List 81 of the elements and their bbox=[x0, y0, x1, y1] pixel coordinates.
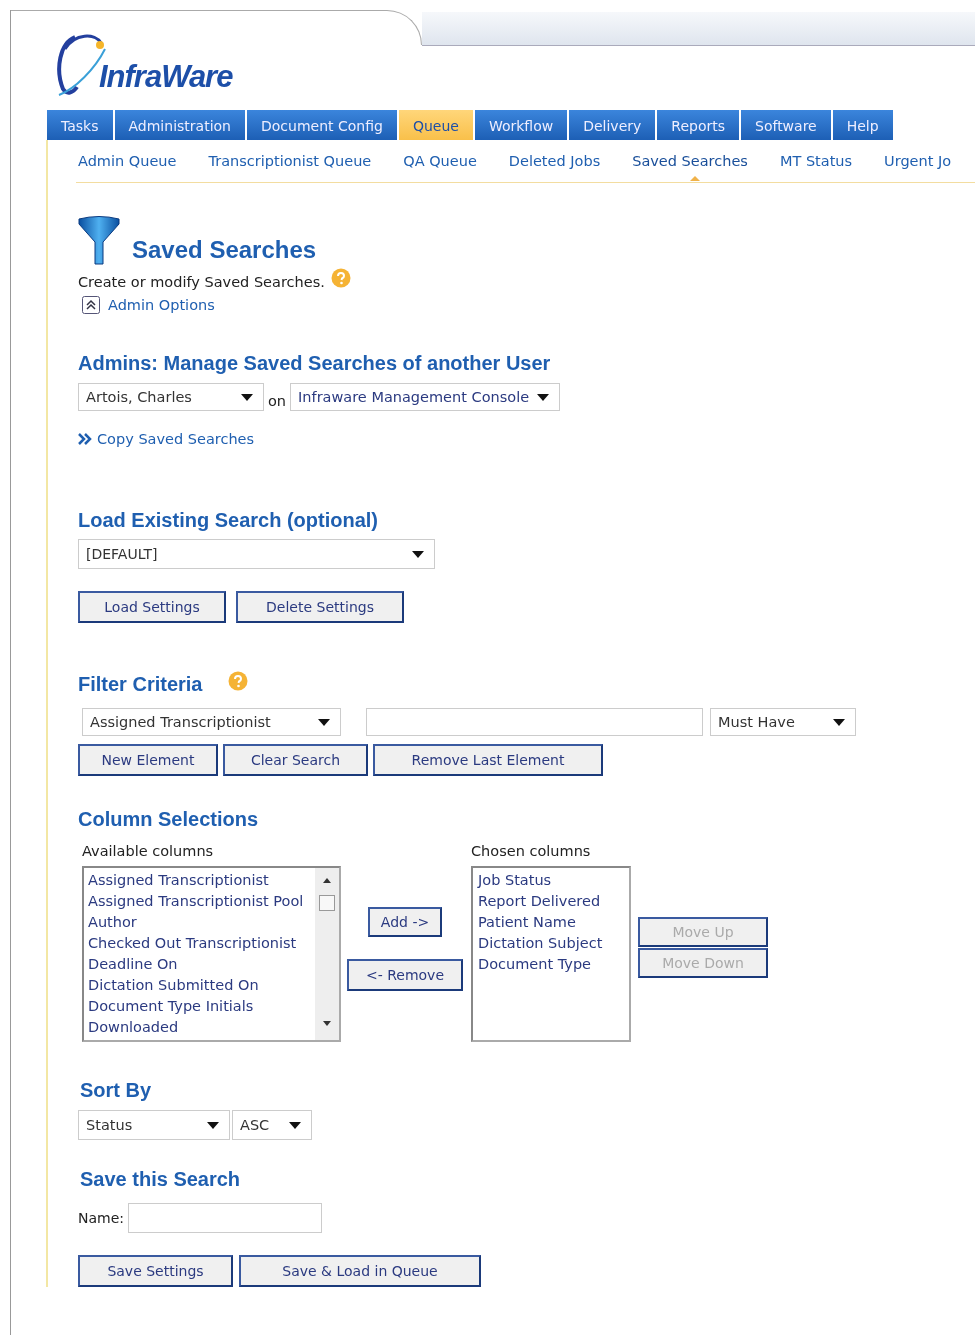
list-label: Chosen columns bbox=[471, 843, 592, 859]
page-title: Saved Searches bbox=[132, 236, 317, 264]
nav-tab[interactable]: Help bbox=[832, 110, 893, 140]
funnel-icon bbox=[78, 216, 120, 266]
list-item[interactable]: Job Status bbox=[478, 870, 629, 891]
sub-tab[interactable]: Transcriptionist Queue bbox=[208, 153, 372, 169]
sub-tab[interactable]: Deleted Jobs bbox=[508, 153, 601, 169]
sub-tab[interactable]: Saved Searches bbox=[632, 153, 748, 169]
caret-icon bbox=[241, 393, 253, 401]
section-heading: Load Existing Search (optional) bbox=[78, 509, 380, 532]
name-field[interactable] bbox=[128, 1203, 323, 1233]
caret-icon bbox=[318, 718, 330, 726]
dropdown[interactable]: Assigned Transcriptionist bbox=[82, 708, 341, 736]
dropdown[interactable]: Must Have bbox=[710, 708, 856, 736]
sub-tab[interactable]: MT Status bbox=[779, 153, 853, 169]
sub-tab[interactable]: Urgent Jo bbox=[884, 153, 952, 169]
caret-icon bbox=[833, 718, 845, 726]
help-icon bbox=[228, 670, 249, 691]
section-heading: Admins: Manage Saved Searches of another User bbox=[78, 352, 552, 375]
dropdown[interactable]: Infraware Management Console bbox=[290, 383, 561, 411]
nav-tab[interactable]: Document Config bbox=[246, 110, 397, 140]
section-heading: Save this Search bbox=[80, 1168, 242, 1191]
sub-tab[interactable]: QA Queue bbox=[403, 153, 477, 169]
list-item[interactable]: Document Type bbox=[478, 954, 629, 975]
copy-link[interactable]: Copy Saved Searches bbox=[97, 431, 255, 447]
button[interactable]: <- Remove bbox=[347, 959, 463, 991]
double-chevron-icon bbox=[78, 433, 92, 445]
section-heading: Column Selections bbox=[78, 808, 260, 831]
list-item[interactable]: Patient Name bbox=[478, 912, 629, 933]
nav-tab[interactable]: Queue bbox=[398, 110, 473, 140]
description: Create or modify Saved Searches. bbox=[78, 274, 325, 290]
list-item[interactable]: Downloaded bbox=[88, 1017, 315, 1038]
dropdown[interactable]: Status bbox=[78, 1110, 230, 1140]
button[interactable]: Delete Settings bbox=[236, 591, 404, 623]
collapse-icon bbox=[82, 296, 100, 314]
list-item[interactable]: Dictation Submitted On bbox=[88, 975, 315, 996]
nav-tab[interactable]: Tasks bbox=[47, 110, 113, 140]
nav-tab[interactable]: Workflow bbox=[474, 110, 568, 140]
button[interactable]: Load Settings bbox=[78, 591, 226, 623]
sub-tab[interactable]: Admin Queue bbox=[78, 153, 177, 169]
list-item[interactable]: Assigned Transcriptionist bbox=[88, 870, 315, 891]
list-item[interactable]: Checked Out Transcriptionist bbox=[88, 933, 315, 954]
scroll-up-icon[interactable] bbox=[323, 878, 331, 883]
help-icon bbox=[330, 268, 351, 288]
scroll-down-icon[interactable] bbox=[323, 1021, 331, 1026]
field-label: Name: bbox=[78, 1210, 125, 1226]
button[interactable]: Save Settings bbox=[78, 1255, 233, 1287]
list-item[interactable]: Document Type Initials bbox=[88, 996, 315, 1017]
caret-icon bbox=[289, 1121, 301, 1129]
scroll-thumb[interactable] bbox=[319, 895, 335, 911]
caret-icon bbox=[537, 393, 550, 401]
logo: InfraWare bbox=[99, 59, 233, 95]
dropdown[interactable]: ASC bbox=[232, 1110, 312, 1140]
joiner-text: on bbox=[268, 393, 287, 409]
caret-icon bbox=[207, 1121, 219, 1129]
dropdown[interactable]: Artois, Charles bbox=[78, 383, 264, 411]
list-item[interactable]: Dictation Subject bbox=[478, 933, 629, 954]
nav-tab[interactable]: Delivery bbox=[569, 110, 656, 140]
button[interactable]: Add -> bbox=[368, 907, 442, 937]
button[interactable]: Remove Last Element bbox=[373, 744, 603, 776]
section-heading: Filter Criteria bbox=[78, 673, 203, 696]
list-item[interactable]: Report Delivered bbox=[478, 891, 629, 912]
scrollbar[interactable] bbox=[315, 868, 339, 1040]
nav-tab[interactable]: Software bbox=[741, 110, 831, 140]
list-box[interactable]: Assigned Transcriptionist Assigned Transcriptionist Pool Author Checked Out Transcriptionist Deadline On Dictation Submitted On Document Type Initials Downloaded bbox=[82, 866, 341, 1042]
list-label: Available columns bbox=[82, 843, 215, 859]
pointer-icon bbox=[690, 176, 701, 181]
nav-tab[interactable]: Administration bbox=[114, 110, 245, 140]
nav-tab[interactable]: Reports bbox=[657, 110, 739, 140]
section-heading: Sort By bbox=[80, 1079, 153, 1102]
button[interactable]: Save & Load in Queue bbox=[239, 1255, 481, 1287]
list-item[interactable]: Assigned Transcriptionist Pool bbox=[88, 891, 315, 912]
list-item[interactable]: Deadline On bbox=[88, 954, 315, 975]
text-field[interactable] bbox=[366, 708, 703, 736]
list-item[interactable]: Author bbox=[88, 912, 315, 933]
caret-icon bbox=[412, 550, 424, 558]
list-box[interactable]: Job Status Report Delivered Patient Name Dictation Subject Document Type bbox=[471, 866, 631, 1042]
admin-options-link[interactable]: Admin Options bbox=[108, 297, 215, 313]
button[interactable]: New Element bbox=[78, 744, 218, 776]
dropdown[interactable]: [DEFAULT] bbox=[78, 539, 435, 569]
button[interactable]: Clear Search bbox=[223, 744, 368, 776]
